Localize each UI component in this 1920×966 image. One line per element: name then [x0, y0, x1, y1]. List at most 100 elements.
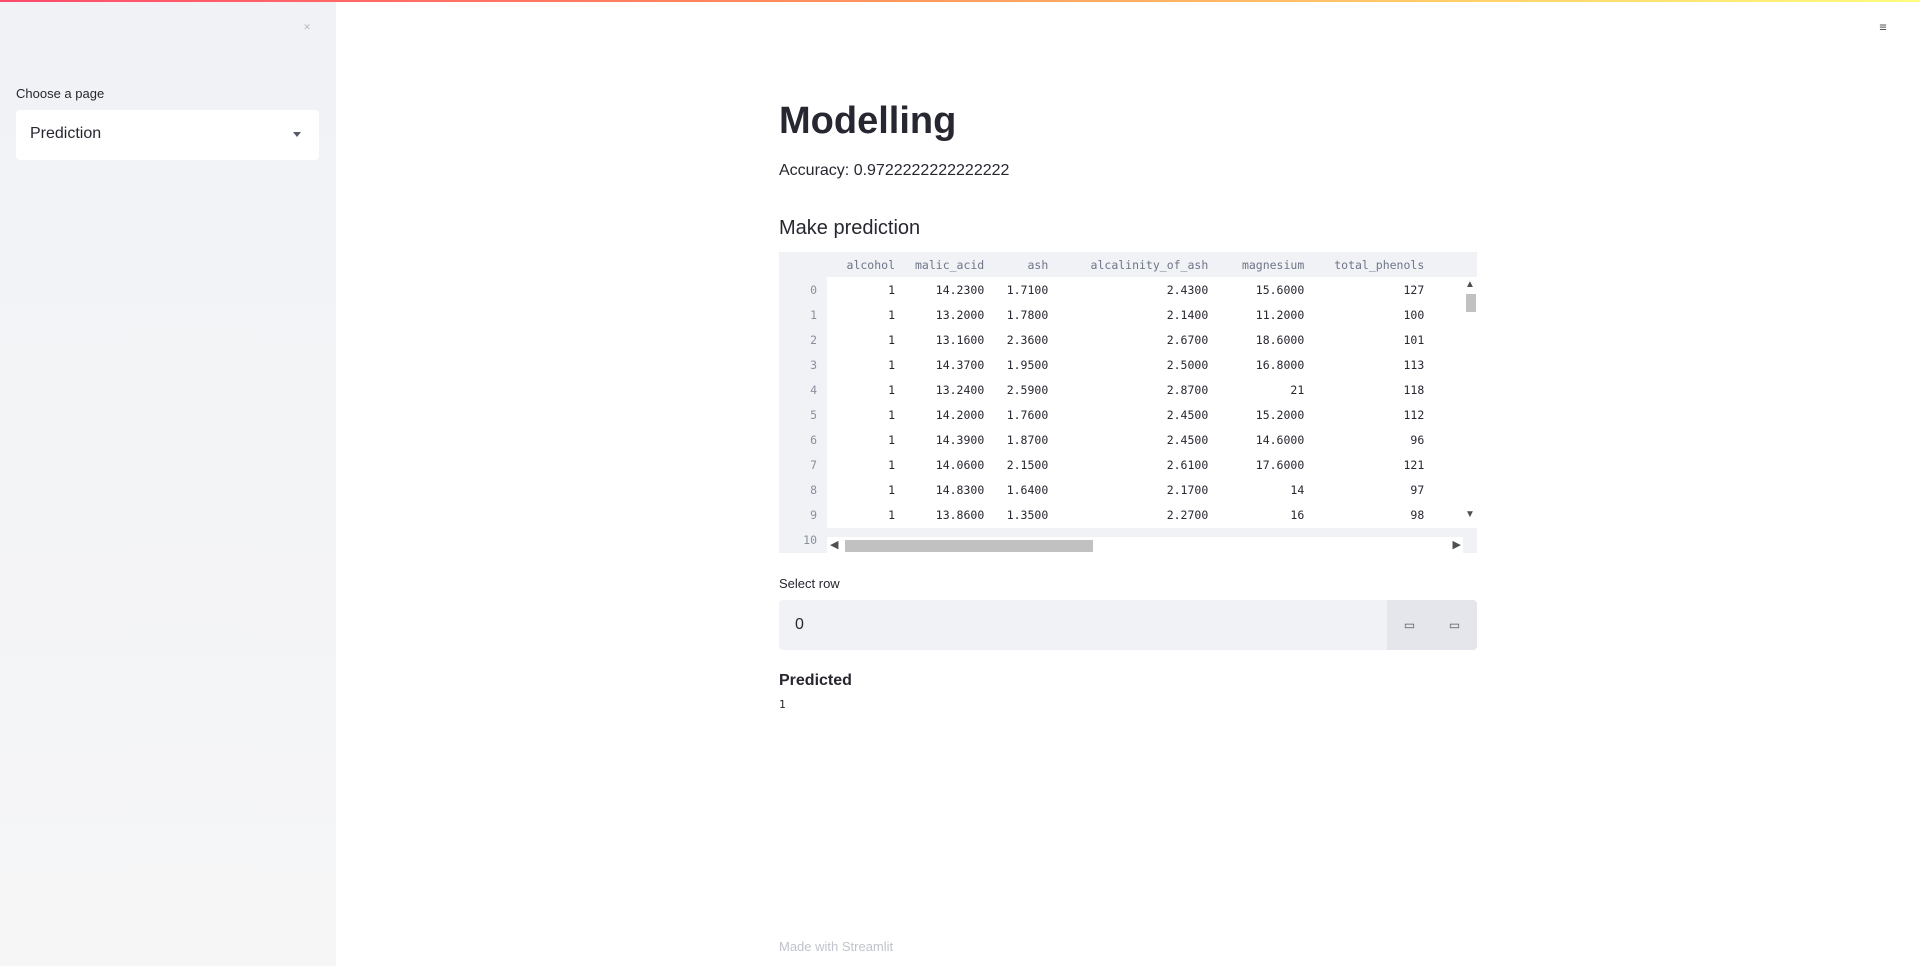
row-index: 3: [810, 357, 817, 372]
page-select[interactable]: Prediction: [16, 110, 319, 160]
table-cell[interactable]: 13.2400: [905, 377, 994, 402]
table-cell[interactable]: 1: [827, 277, 905, 302]
dataframe-body: 0 1 14.2300 1.7100 2.4300 15.6000 127 1 1 13.2000…: [779, 277, 1434, 552]
column-header[interactable]: alcohol: [827, 252, 905, 277]
table-cell[interactable]: 2.5000: [1058, 352, 1218, 377]
vertical-scroll-thumb[interactable]: [1466, 294, 1476, 312]
table-cell[interactable]: 1.7800: [994, 302, 1058, 327]
table-cell[interactable]: 14.0600: [905, 452, 994, 477]
table-cell[interactable]: 14.2300: [905, 277, 994, 302]
table-cell[interactable]: 14.6000: [1218, 427, 1314, 452]
index-header: [779, 252, 827, 277]
table-cell[interactable]: 2.6100: [1058, 452, 1218, 477]
row-index: 0: [810, 282, 817, 297]
table-cell[interactable]: 101: [1314, 327, 1434, 352]
select-row-label: Select row: [779, 576, 840, 591]
horizontal-scroll-thumb[interactable]: [845, 540, 1093, 552]
page-select-label: Choose a page: [16, 86, 105, 101]
column-header[interactable]: alcalinity_of_ash: [1058, 252, 1218, 277]
table-row: 5 1 14.2000 1.7600 2.4500 15.2000 112: [779, 402, 1434, 427]
table-cell[interactable]: 11.2000: [1218, 302, 1314, 327]
column-header[interactable]: total_phenols: [1314, 252, 1434, 277]
scroll-right-icon[interactable]: ▶: [1453, 538, 1461, 551]
table-cell[interactable]: 121: [1314, 452, 1434, 477]
table-cell[interactable]: 118: [1314, 377, 1434, 402]
table-cell[interactable]: 14.2000: [905, 402, 994, 427]
row-index: 8: [810, 482, 817, 497]
table-cell[interactable]: 1: [827, 352, 905, 377]
table-cell[interactable]: 13.2000: [905, 302, 994, 327]
table-cell[interactable]: 1.8700: [994, 427, 1058, 452]
table-cell[interactable]: 15.6000: [1218, 277, 1314, 302]
table-cell[interactable]: 1: [827, 377, 905, 402]
vertical-scrollbar[interactable]: ▲ ▼: [1463, 277, 1477, 528]
table-cell[interactable]: 18.6000: [1218, 327, 1314, 352]
footer-link[interactable]: Made with Streamlit: [779, 939, 893, 954]
column-header[interactable]: ash: [994, 252, 1058, 277]
collapse-sidebar-icon[interactable]: ✕: [300, 20, 314, 34]
table-cell[interactable]: 14.8300: [905, 477, 994, 502]
table-cell[interactable]: 98: [1314, 502, 1434, 527]
table-cell[interactable]: 16.8000: [1218, 352, 1314, 377]
table-cell[interactable]: 2.1700: [1058, 477, 1218, 502]
column-header[interactable]: malic_acid: [905, 252, 994, 277]
scroll-left-icon[interactable]: ◀: [830, 538, 838, 551]
table-cell[interactable]: 2.4500: [1058, 402, 1218, 427]
column-header[interactable]: magnesium: [1218, 252, 1314, 277]
table-row: 3 1 14.3700 1.9500 2.5000 16.8000 113: [779, 352, 1434, 377]
table-cell[interactable]: 127: [1314, 277, 1434, 302]
table-cell[interactable]: 1: [827, 477, 905, 502]
select-row-input[interactable]: 0 ▭ ▭: [779, 600, 1477, 650]
table-cell[interactable]: 1.3500: [994, 502, 1058, 527]
table-cell[interactable]: 2.1400: [1058, 302, 1218, 327]
table-cell[interactable]: 97: [1314, 477, 1434, 502]
table-cell[interactable]: 2.2700: [1058, 502, 1218, 527]
table-cell[interactable]: 14: [1218, 477, 1314, 502]
table-cell[interactable]: 14.3900: [905, 427, 994, 452]
plus-icon[interactable]: ▭: [1432, 600, 1477, 650]
row-index: 9: [810, 507, 817, 522]
table-cell[interactable]: 1: [827, 302, 905, 327]
table-cell[interactable]: 1: [827, 427, 905, 452]
table-cell[interactable]: 2.3600: [994, 327, 1058, 352]
table-cell[interactable]: 15.2000: [1218, 402, 1314, 427]
table-cell[interactable]: 14.3700: [905, 352, 994, 377]
table-cell[interactable]: 2.1500: [994, 452, 1058, 477]
table-cell[interactable]: 1: [827, 502, 905, 527]
table-cell[interactable]: 1: [827, 327, 905, 352]
table-cell[interactable]: 2.6700: [1058, 327, 1218, 352]
table-cell[interactable]: 100: [1314, 302, 1434, 327]
dataframe-header-row: alcohol malic_acid ash alcalinity_of_ash…: [779, 252, 1434, 277]
table-cell[interactable]: 96: [1314, 427, 1434, 452]
table-cell[interactable]: 13.8600: [905, 502, 994, 527]
table-cell[interactable]: 112: [1314, 402, 1434, 427]
row-index: 5: [810, 407, 817, 422]
row-index: 1: [810, 307, 817, 322]
table-cell[interactable]: 2.8700: [1058, 377, 1218, 402]
minus-icon[interactable]: ▭: [1387, 600, 1432, 650]
table-cell[interactable]: 2.5900: [994, 377, 1058, 402]
scroll-down-icon[interactable]: ▼: [1465, 509, 1475, 520]
table-cell[interactable]: 1: [827, 452, 905, 477]
hamburger-menu-icon[interactable]: ≡: [1876, 20, 1890, 34]
scroll-up-icon[interactable]: ▲: [1465, 279, 1475, 290]
table-cell[interactable]: 13.1600: [905, 327, 994, 352]
stepper-buttons: ▭ ▭: [1387, 600, 1477, 650]
select-row-value[interactable]: 0: [795, 616, 804, 634]
table-cell[interactable]: 1.7600: [994, 402, 1058, 427]
accuracy-text: Accuracy: 0.9722222222222222: [779, 162, 1010, 179]
table-cell[interactable]: 21: [1218, 377, 1314, 402]
table-cell[interactable]: 2.4300: [1058, 277, 1218, 302]
main-content: Modelling Accuracy: 0.9722222222222222 M…: [779, 0, 1477, 966]
horizontal-scrollbar[interactable]: ◀ ▶: [827, 537, 1463, 553]
table-cell[interactable]: 17.6000: [1218, 452, 1314, 477]
table-cell[interactable]: 1.9500: [994, 352, 1058, 377]
table-cell[interactable]: 16: [1218, 502, 1314, 527]
table-cell[interactable]: 1.6400: [994, 477, 1058, 502]
table-cell[interactable]: 113: [1314, 352, 1434, 377]
table-cell[interactable]: 1.7100: [994, 277, 1058, 302]
table-row: 7 1 14.0600 2.1500 2.6100 17.6000 121: [779, 452, 1434, 477]
table-cell[interactable]: 2.4500: [1058, 427, 1218, 452]
dataframe[interactable]: alcohol malic_acid ash alcalinity_of_ash…: [779, 252, 1477, 553]
table-cell[interactable]: 1: [827, 402, 905, 427]
